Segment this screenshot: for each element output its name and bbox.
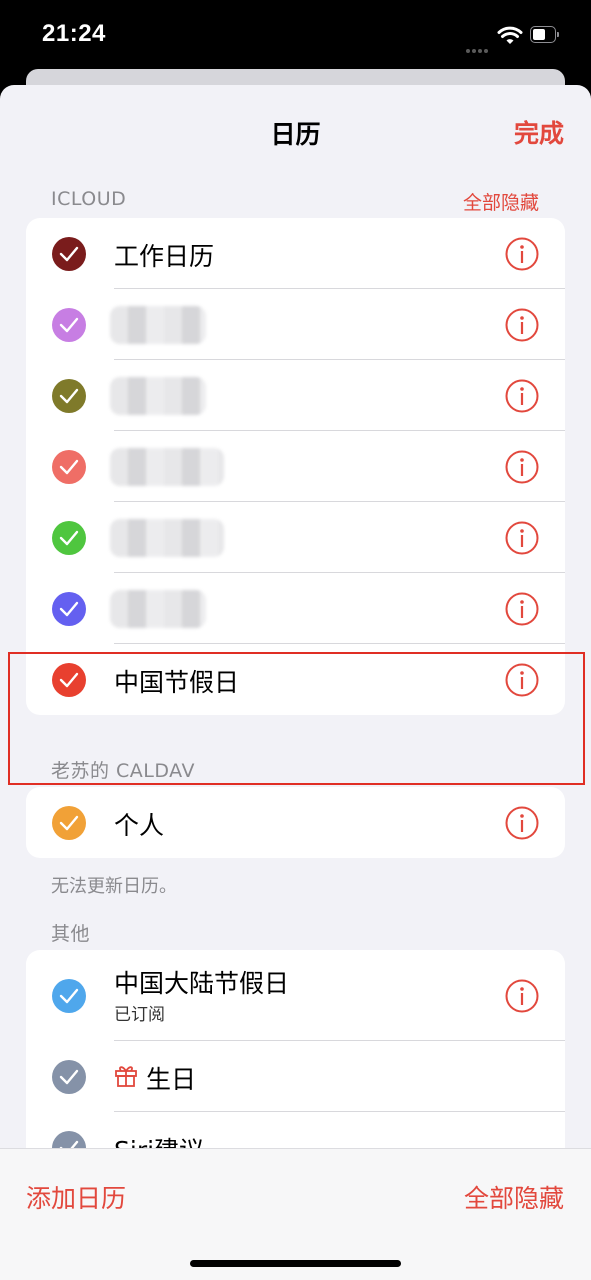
battery-icon: [530, 26, 560, 43]
redacted-calendar-name: [110, 448, 224, 486]
cellular-signal-icon: [466, 38, 492, 53]
checkmark-icon[interactable]: [52, 592, 86, 626]
calendar-name: 中国大陆节假日: [114, 969, 290, 998]
checkmark-icon[interactable]: [52, 237, 86, 271]
calendar-name: 个人: [114, 811, 165, 840]
checkmark-icon[interactable]: [52, 979, 86, 1013]
calendar-row[interactable]: 个人: [26, 787, 565, 858]
calendar-row[interactable]: [26, 573, 565, 644]
calendar-name: 工作日历: [114, 242, 215, 271]
redacted-calendar-name: [110, 590, 206, 628]
calendar-row[interactable]: 工作日历: [26, 218, 565, 289]
redacted-calendar-name: [110, 519, 224, 557]
calendar-row[interactable]: [26, 431, 565, 502]
redacted-calendar-name: [110, 377, 206, 415]
checkmark-icon[interactable]: [52, 1060, 86, 1094]
info-icon[interactable]: [505, 979, 539, 1013]
calendar-row[interactable]: [26, 360, 565, 431]
calendar-name: 生日: [146, 1065, 197, 1094]
info-icon[interactable]: [505, 592, 539, 626]
section-header-icloud: ICLOUD: [51, 188, 127, 210]
calendar-row[interactable]: 中国大陆节假日 已订阅: [26, 950, 565, 1041]
checkmark-icon[interactable]: [52, 521, 86, 555]
info-icon[interactable]: [505, 379, 539, 413]
home-indicator: [190, 1260, 401, 1267]
redacted-calendar-name: [110, 306, 206, 344]
section-footer-caldav: 无法更新日历。: [51, 876, 177, 897]
info-icon[interactable]: [505, 237, 539, 271]
section-header-other: 其他: [51, 923, 91, 945]
calendar-row[interactable]: [26, 502, 565, 573]
done-button[interactable]: 完成: [514, 114, 564, 150]
calendar-row[interactable]: 生日: [26, 1041, 565, 1112]
checkmark-icon[interactable]: [52, 806, 86, 840]
caldav-calendar-list: 个人: [26, 787, 565, 858]
checkmark-icon[interactable]: [52, 450, 86, 484]
page-title: 日历: [270, 120, 321, 149]
gift-icon: [115, 1066, 137, 1087]
calendar-row[interactable]: [26, 289, 565, 360]
hide-all-icloud-button[interactable]: 全部隐藏: [463, 188, 539, 215]
annotation-highlight-box: [8, 652, 585, 785]
info-icon[interactable]: [505, 308, 539, 342]
info-icon[interactable]: [505, 521, 539, 555]
info-icon[interactable]: [505, 806, 539, 840]
info-icon[interactable]: [505, 450, 539, 484]
wifi-icon: [497, 26, 523, 44]
checkmark-icon[interactable]: [52, 308, 86, 342]
icloud-calendar-list: 工作日历 中国节假日: [26, 218, 565, 715]
add-calendar-button[interactable]: 添加日历: [26, 1179, 126, 1215]
checkmark-icon[interactable]: [52, 379, 86, 413]
subscribed-label: 已订阅: [114, 1005, 165, 1025]
hide-all-button[interactable]: 全部隐藏: [464, 1179, 564, 1215]
status-time: 21:24: [42, 20, 106, 47]
status-bar: 21:24: [0, 0, 591, 70]
